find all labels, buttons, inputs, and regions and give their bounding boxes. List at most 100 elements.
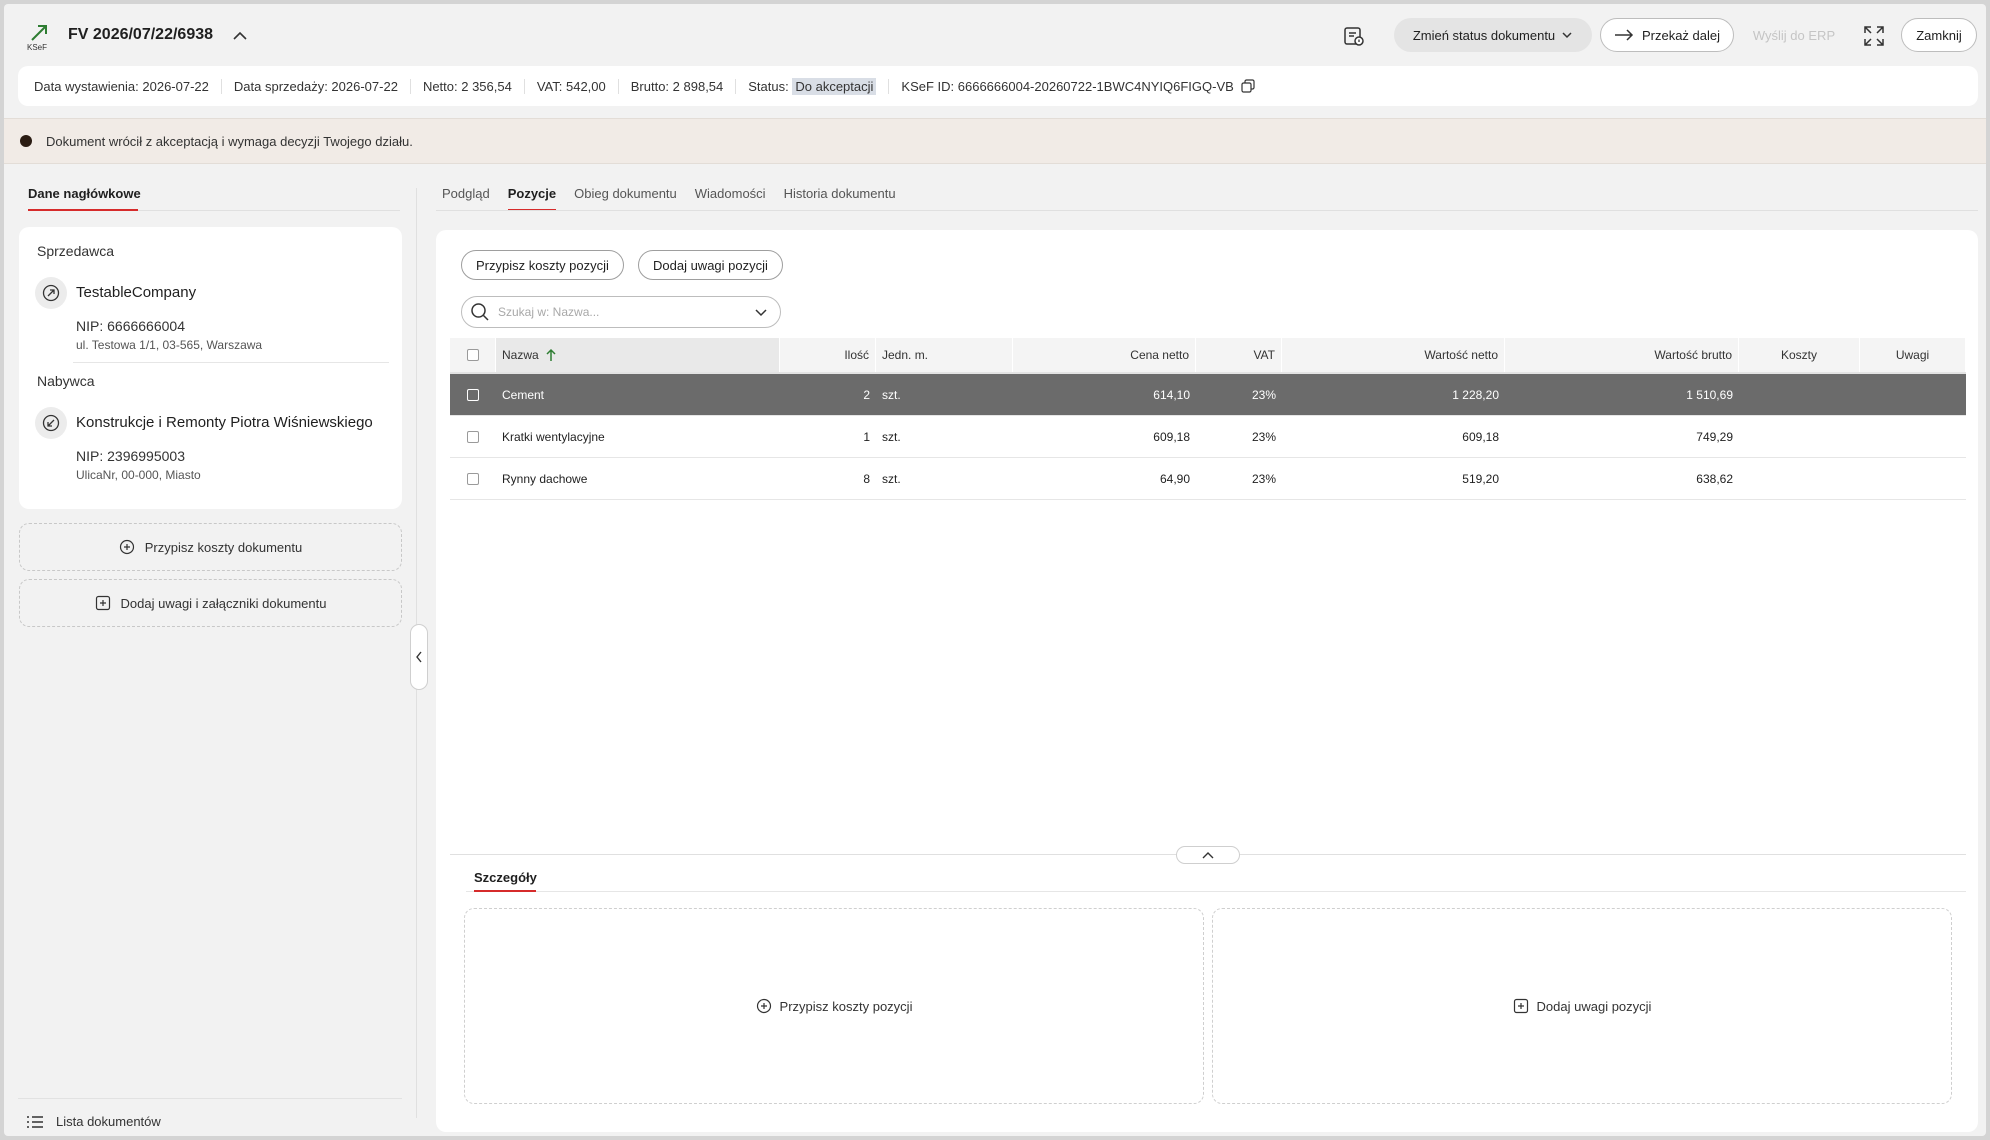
assign-document-costs-button[interactable]: Przypisz koszty dokumentu <box>19 523 402 571</box>
search-input[interactable] <box>498 305 754 319</box>
assign-item-costs-button[interactable]: Przypisz koszty pozycji <box>461 250 624 280</box>
tab-messages[interactable]: Wiadomości <box>695 186 766 201</box>
assign-item-costs-label: Przypisz koszty pozycji <box>779 998 913 1014</box>
document-info-icon[interactable] <box>1342 24 1366 48</box>
add-item-notes-button[interactable]: Dodaj uwagi pozycji <box>638 250 783 280</box>
cell-quantity: 8 <box>863 471 870 486</box>
column-net-value[interactable]: Wartość netto <box>1282 338 1505 372</box>
column-name[interactable]: Nazwa <box>496 338 780 372</box>
buyer-name: Konstrukcje i Remonty Piotra Wiśniewskie… <box>76 414 373 431</box>
cell-name: Cement <box>502 387 545 402</box>
details-toggle-handle[interactable] <box>1176 846 1240 864</box>
add-item-notes-label: Dodaj uwagi pozycji <box>1536 998 1652 1014</box>
row-select-cell <box>450 416 496 457</box>
close-button[interactable]: Zamknij <box>1901 18 1977 52</box>
cell-unit: szt. <box>882 471 901 486</box>
document-list-link[interactable]: Lista dokumentów <box>26 1114 161 1129</box>
row-select-cell <box>450 458 496 499</box>
add-document-notes-label: Dodaj uwagi i załączniki dokumentu <box>120 595 327 611</box>
column-quantity[interactable]: Ilość <box>780 338 876 372</box>
expand-icon[interactable] <box>1862 24 1886 48</box>
seller-address: ul. Testowa 1/1, 03-565, Warszawa <box>76 338 263 352</box>
table-row[interactable]: Cement 2 szt. 614,10 23% 1 228,20 1 510,… <box>450 374 1966 416</box>
column-net-price[interactable]: Cena netto <box>1013 338 1196 372</box>
add-item-notes-dropzone[interactable]: Dodaj uwagi pozycji <box>1212 908 1952 1104</box>
outgoing-arrow-icon <box>35 277 67 309</box>
cell-unit: szt. <box>882 429 901 444</box>
column-costs[interactable]: Koszty <box>1739 338 1860 372</box>
arrow-right-icon <box>1614 29 1634 41</box>
incoming-arrow-icon <box>35 407 67 439</box>
left-footer-divider <box>18 1098 402 1099</box>
search-box <box>461 296 781 328</box>
assign-item-costs-dropzone[interactable]: Przypisz koszty pozycji <box>464 908 1204 1104</box>
select-all-cell <box>450 338 496 372</box>
row-checkbox[interactable] <box>467 472 479 485</box>
cell-vat: 23% <box>1251 387 1276 402</box>
plus-square-icon <box>95 595 110 611</box>
forward-label: Przekaż dalej <box>1641 27 1721 43</box>
assign-document-costs-label: Przypisz koszty dokumentu <box>144 539 303 555</box>
cell-quantity: 2 <box>863 387 870 402</box>
seller-name: TestableCompany <box>76 284 197 301</box>
party-divider <box>73 362 389 363</box>
collapse-panel-handle[interactable] <box>410 624 428 690</box>
cell-quantity: 1 <box>863 429 870 444</box>
gross-amount: Brutto: 2 898,54 <box>619 78 737 94</box>
ksef-logo: KSeF <box>27 25 47 52</box>
plus-circle-icon <box>119 539 134 555</box>
send-to-erp-button[interactable]: Wyślij do ERP <box>1744 18 1844 52</box>
status-label: Status: <box>748 78 789 94</box>
notice-dot-icon <box>20 135 32 147</box>
sort-ascending-icon <box>546 348 556 361</box>
cell-net-price: 614,10 <box>1153 387 1190 402</box>
cell-vat: 23% <box>1251 471 1276 486</box>
tab-header-data[interactable]: Dane nagłówkowe <box>28 186 141 201</box>
cell-gross-value: 638,62 <box>1696 471 1733 486</box>
column-gross-value[interactable]: Wartość brutto <box>1505 338 1739 372</box>
cell-costs <box>1739 374 1860 415</box>
row-checkbox[interactable] <box>467 388 479 401</box>
tab-details[interactable]: Szczegóły <box>474 870 537 885</box>
left-tab-underline <box>28 209 138 211</box>
chevron-left-icon <box>416 651 422 663</box>
tab-items[interactable]: Pozycje <box>507 186 557 211</box>
add-document-notes-button[interactable]: Dodaj uwagi i załączniki dokumentu <box>19 579 402 627</box>
tab-history[interactable]: Historia dokumentu <box>784 186 896 201</box>
cell-gross-value: 749,29 <box>1696 429 1733 444</box>
seller-label: Sprzedawca <box>37 243 115 259</box>
notice-text: Dokument wrócił z akceptacją i wymaga de… <box>46 133 413 149</box>
change-status-button[interactable]: Zmień status dokumentu <box>1394 18 1592 52</box>
change-status-label: Zmień status dokumentu <box>1412 27 1556 43</box>
copy-icon[interactable] <box>1241 78 1256 93</box>
select-all-checkbox[interactable] <box>466 349 479 361</box>
main-tabs-divider <box>436 210 1978 211</box>
table-row[interactable]: Rynny dachowe 8 szt. 64,90 23% 519,20 63… <box>450 458 1966 500</box>
issue-date: Data wystawienia: 2026-07-22 <box>34 78 222 94</box>
seller-nip: NIP: 6666666004 <box>76 318 185 334</box>
column-vat[interactable]: VAT <box>1196 338 1282 372</box>
cell-net-value: 1 228,20 <box>1452 387 1499 402</box>
plus-square-icon <box>1513 998 1528 1014</box>
status-badge: Do akceptacji <box>792 77 877 95</box>
document-info-bar: Data wystawienia: 2026-07-22 Data sprzed… <box>18 66 1978 106</box>
column-notes[interactable]: Uwagi <box>1860 338 1966 372</box>
tab-workflow[interactable]: Obieg dokumentu <box>574 186 677 201</box>
row-checkbox[interactable] <box>467 430 479 443</box>
ksef-id-info: KSeF ID: 6666666004-20260722-1BWC4NYIQ6F… <box>889 79 1267 94</box>
buyer-nip: NIP: 2396995003 <box>76 448 185 464</box>
cell-costs <box>1739 458 1860 499</box>
details-tab-underline <box>474 890 536 892</box>
chevron-up-icon[interactable] <box>232 29 248 43</box>
table-row[interactable]: Kratki wentylacyjne 1 szt. 609,18 23% 60… <box>450 416 1966 458</box>
forward-button[interactable]: Przekaż dalej <box>1600 18 1734 52</box>
svg-text:KSeF: KSeF <box>27 43 47 52</box>
parties-card: Sprzedawca TestableCompany NIP: 66666660… <box>19 227 402 509</box>
notice-banner: Dokument wrócił z akceptacją i wymaga de… <box>4 118 1986 164</box>
chevron-down-icon[interactable] <box>754 305 768 319</box>
chevron-down-icon <box>1562 32 1572 39</box>
tab-preview[interactable]: Podgląd <box>442 186 490 201</box>
column-name-label: Nazwa <box>502 348 539 362</box>
document-list-label: Lista dokumentów <box>56 1114 161 1129</box>
column-unit[interactable]: Jedn. m. <box>876 338 1013 372</box>
